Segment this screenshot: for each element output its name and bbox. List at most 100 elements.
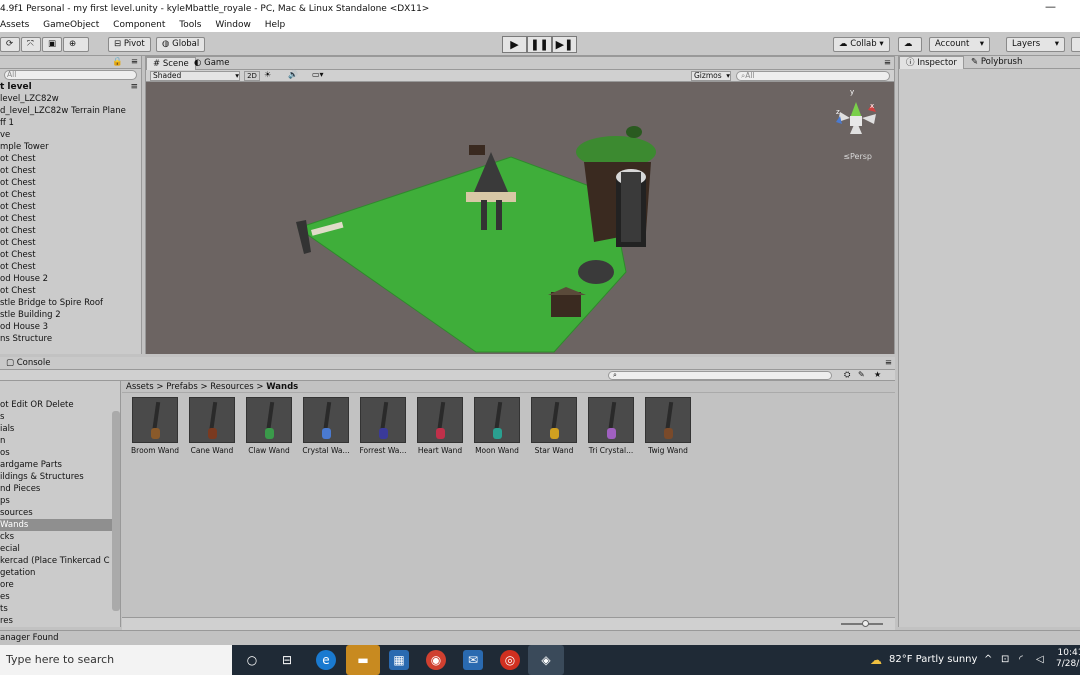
folder-item[interactable]: ts [0, 603, 120, 615]
account-dropdown[interactable]: Account ▾ [929, 37, 990, 52]
menu-assets[interactable]: Assets [0, 20, 29, 30]
folder-item[interactable]: sources [0, 507, 120, 519]
menu-icon[interactable]: ≡ [131, 56, 138, 68]
volume-icon[interactable]: ◁ [1036, 645, 1044, 675]
asset-item[interactable]: Crystal Wa... [301, 397, 351, 455]
task-view-circle-icon[interactable]: ○ [242, 650, 262, 670]
tab-polybrush[interactable]: ✎ Polybrush [965, 56, 1028, 69]
asset-item[interactable]: Forrest Wa... [358, 397, 408, 455]
hierarchy-item[interactable]: level_LZC82w [0, 93, 141, 105]
lock-icon[interactable]: 🔒 [112, 56, 123, 68]
asset-item[interactable]: Moon Wand [472, 397, 522, 455]
folder-item[interactable]: es [0, 591, 120, 603]
asset-item[interactable]: Twig Wand [643, 397, 693, 455]
folder-item[interactable]: ps [0, 495, 120, 507]
global-toggle[interactable]: ◍ Global [156, 37, 206, 52]
folder-item[interactable]: ials [0, 423, 120, 435]
browser-icon[interactable]: ◎ [500, 650, 520, 670]
folder-item[interactable]: ore [0, 579, 120, 591]
gizmos-dropdown[interactable]: Gizmos ▾ [691, 71, 731, 81]
asset-item[interactable]: Broom Wand [130, 397, 180, 455]
menu-window[interactable]: Window [215, 20, 251, 30]
taskbar-search-input[interactable]: Type here to search [0, 645, 232, 675]
hierarchy-item[interactable]: ff 1 [0, 117, 141, 129]
transform-tool-icon[interactable]: ⊕ [63, 37, 89, 52]
task-view-icon[interactable]: ⊟ [277, 650, 297, 670]
shading-dropdown[interactable]: Shaded ▾ [150, 71, 240, 81]
scene-root[interactable]: t level ≡ [0, 81, 141, 93]
folder-item[interactable]: cks [0, 531, 120, 543]
hierarchy-item[interactable]: ot Chest [0, 177, 141, 189]
hierarchy-item[interactable]: mple Tower [0, 141, 141, 153]
hierarchy-item[interactable]: ot Chest [0, 237, 141, 249]
2d-toggle[interactable]: 2D [244, 71, 260, 81]
effects-icon[interactable]: ▭▾ [312, 70, 324, 79]
hierarchy-item[interactable]: ot Chest [0, 261, 141, 273]
audio-icon[interactable]: 🔊 [288, 70, 298, 79]
hierarchy-item[interactable]: ve [0, 129, 141, 141]
scene-search-input[interactable]: ⌕All [736, 71, 890, 81]
weather-text[interactable]: 82°F Partly sunny [889, 645, 977, 675]
play-button[interactable]: ▶ [502, 36, 527, 53]
folder-item[interactable]: os [0, 447, 120, 459]
menu-icon[interactable]: ≡ [885, 357, 892, 369]
filter-type-icon[interactable]: ⛭ [844, 370, 850, 380]
folder-item[interactable]: ildings & Structures [0, 471, 120, 483]
menu-tools[interactable]: Tools [179, 20, 201, 30]
menu-help[interactable]: Help [265, 20, 286, 30]
folder-item[interactable]: n [0, 435, 120, 447]
zoom-slider-handle[interactable] [862, 620, 869, 627]
asset-item[interactable]: Cane Wand [187, 397, 237, 455]
rotate-tool-icon[interactable]: ⟳ [0, 37, 20, 52]
folder-item[interactable]: getation [0, 567, 120, 579]
hierarchy-item[interactable]: ot Chest [0, 225, 141, 237]
scene-viewport[interactable]: y x z ≤Persp [146, 82, 894, 354]
clock[interactable]: 10:41 7/28/2 [1056, 648, 1080, 670]
menu-component[interactable]: Component [113, 20, 165, 30]
tab-inspector[interactable]: ⓘ Inspector [899, 56, 964, 69]
scale-tool-icon[interactable]: ⤧ [21, 37, 41, 52]
asset-item[interactable]: Heart Wand [415, 397, 465, 455]
edge-icon[interactable]: e [316, 650, 336, 670]
folder-scrollbar[interactable] [112, 411, 120, 611]
pause-button[interactable]: ❚❚ [527, 36, 552, 53]
tab-game[interactable]: ◐ Game [188, 57, 235, 70]
favorite-icon[interactable]: ★ [874, 370, 881, 379]
minimize-button[interactable]: — [1045, 0, 1056, 13]
folder-item[interactable]: Wands [0, 519, 120, 531]
layout-dropdown[interactable] [1071, 37, 1080, 52]
hierarchy-item[interactable]: od House 3 [0, 321, 141, 333]
file-explorer-icon[interactable]: ▬ [346, 645, 380, 675]
hierarchy-item[interactable]: d_level_LZC82w Terrain Plane [0, 105, 141, 117]
hierarchy-item[interactable]: ns Structure [0, 333, 141, 345]
breadcrumb-prefabs[interactable]: Prefabs [166, 382, 198, 392]
network-icon[interactable]: ⊡ [1001, 645, 1009, 675]
store-icon[interactable]: ▦ [389, 650, 409, 670]
label-icon[interactable]: ✎ [858, 370, 865, 379]
pivot-toggle[interactable]: ⊟ Pivot [108, 37, 151, 52]
tray-chevron-icon[interactable]: ^ [984, 645, 992, 675]
cloud-button[interactable]: ☁ [898, 37, 922, 52]
hierarchy-item[interactable]: stle Bridge to Spire Roof [0, 297, 141, 309]
lighting-icon[interactable]: ☀ [264, 70, 271, 79]
folder-item[interactable]: ardgame Parts [0, 459, 120, 471]
folder-item[interactable]: ecial [0, 543, 120, 555]
hierarchy-item[interactable]: ot Chest [0, 213, 141, 225]
layers-dropdown[interactable]: Layers ▾ [1006, 37, 1065, 52]
folder-item[interactable]: ot Edit OR Delete [0, 399, 120, 411]
breadcrumb-wands[interactable]: Wands [266, 382, 298, 392]
hierarchy-item[interactable]: od House 2 [0, 273, 141, 285]
step-button[interactable]: ▶❚ [552, 36, 577, 53]
breadcrumb-assets[interactable]: Assets [126, 382, 154, 392]
asset-item[interactable]: Tri Crystal... [586, 397, 636, 455]
hierarchy-item[interactable]: ot Chest [0, 165, 141, 177]
asset-item[interactable]: Claw Wand [244, 397, 294, 455]
hierarchy-search-input[interactable]: All [4, 70, 137, 80]
asset-item[interactable]: Star Wand [529, 397, 579, 455]
tab-console[interactable]: ▢ Console [0, 357, 56, 370]
hierarchy-item[interactable]: stle Building 2 [0, 309, 141, 321]
wifi-icon[interactable]: ◜ [1019, 645, 1023, 675]
menu-icon[interactable]: ≡ [884, 57, 891, 69]
hierarchy-item[interactable]: ot Chest [0, 201, 141, 213]
hierarchy-item[interactable]: ot Chest [0, 153, 141, 165]
